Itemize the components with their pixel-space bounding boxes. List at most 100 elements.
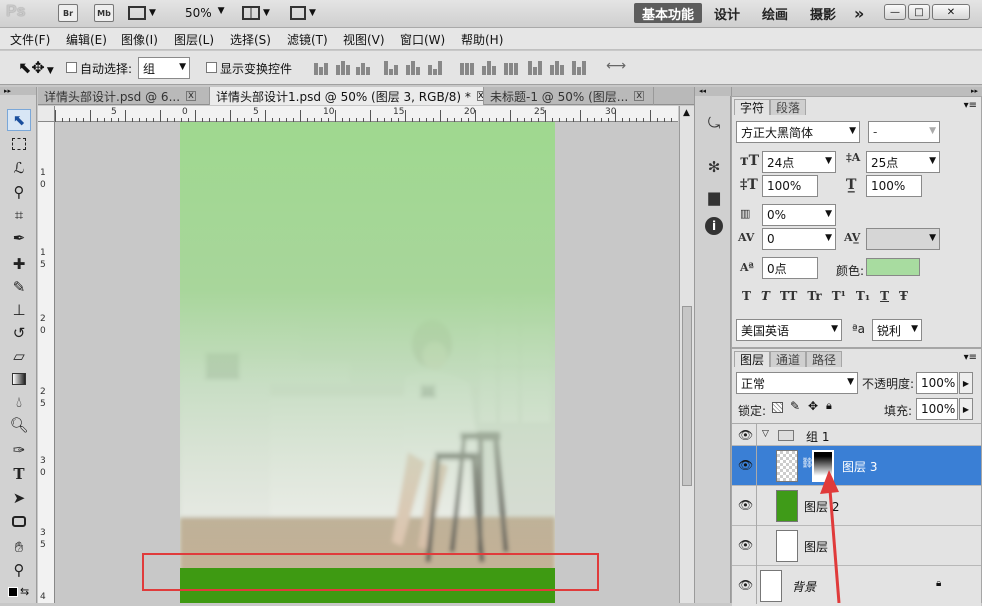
- workspace-design[interactable]: 设计: [706, 3, 748, 23]
- eraser-tool[interactable]: ▱: [7, 345, 31, 367]
- font-family-select[interactable]: 方正大黑简体 ▼: [736, 121, 860, 143]
- minimize-button[interactable]: —: [884, 4, 906, 20]
- expand-triangle-icon[interactable]: ▽: [762, 429, 769, 439]
- history-panel-icon[interactable]: ⤿: [704, 113, 724, 133]
- actions-panel-icon[interactable]: ✻: [704, 157, 724, 177]
- eye-icon[interactable]: 👁︎: [738, 498, 753, 512]
- history-brush-tool[interactable]: ↺: [7, 322, 31, 344]
- horizontal-scale-input[interactable]: 100%: [866, 175, 922, 197]
- align-hcenter-icon[interactable]: [406, 61, 424, 75]
- fill-input[interactable]: 100%: [916, 398, 958, 420]
- distribute-left-icon[interactable]: [528, 61, 546, 75]
- tab-channels[interactable]: 通道: [770, 351, 807, 367]
- lasso-tool[interactable]: ℒ: [7, 157, 31, 179]
- align-bottom-icon[interactable]: [356, 61, 374, 75]
- workspace-photography[interactable]: 摄影: [802, 3, 844, 23]
- swap-colors-icon[interactable]: ⇆: [20, 585, 29, 598]
- font-style-select[interactable]: - ▼: [868, 121, 940, 143]
- tools-collapse-icon[interactable]: ▸▸: [0, 87, 36, 95]
- zoom-tool[interactable]: ⚲: [7, 559, 31, 581]
- tab-document-3[interactable]: 未标题-1 @ 50% (图层... x: [484, 87, 654, 105]
- quick-select-tool[interactable]: ⚲: [7, 181, 31, 203]
- lock-transparent-icon[interactable]: [772, 402, 783, 413]
- eye-icon[interactable]: 👁︎: [738, 578, 753, 592]
- pen-tool[interactable]: ✑: [7, 439, 31, 461]
- eye-icon[interactable]: 👁︎: [738, 428, 753, 442]
- eye-icon[interactable]: 👁︎: [738, 458, 753, 472]
- baseline-shift-input[interactable]: 0点: [762, 257, 818, 279]
- dodge-tool[interactable]: 🔍︎: [7, 414, 31, 436]
- shape-tool[interactable]: [7, 510, 31, 532]
- move-tool[interactable]: ⬉: [7, 109, 31, 131]
- vertical-scrollbar[interactable]: ▲: [679, 106, 694, 603]
- menu-file[interactable]: 文件(F): [10, 31, 50, 48]
- distribute-bottom-icon[interactable]: [504, 61, 522, 75]
- tab-document-1[interactable]: 详情头部设计.psd @ 6... x: [38, 87, 210, 105]
- move-tool-preset-picker[interactable]: ⬉✥ ▼: [18, 58, 54, 77]
- workspace-painting[interactable]: 绘画: [754, 3, 796, 23]
- fill-slider-button[interactable]: ▶: [959, 398, 973, 420]
- foreground-color[interactable]: [8, 587, 18, 597]
- scroll-up-icon[interactable]: ▲: [683, 108, 690, 118]
- screen-mode-dropdown[interactable]: ▼: [290, 4, 322, 22]
- all-caps-button[interactable]: TT: [780, 289, 797, 303]
- faux-italic-button[interactable]: T: [761, 289, 770, 303]
- menu-edit[interactable]: 编辑(E): [66, 31, 107, 48]
- align-vcenter-icon[interactable]: [336, 61, 354, 75]
- brush-tool[interactable]: ✎: [7, 276, 31, 298]
- tracking-input[interactable]: ▼: [866, 228, 940, 250]
- layer-row[interactable]: 👁︎ 图层 2: [732, 486, 981, 526]
- color-swatches[interactable]: ⇆: [6, 583, 32, 603]
- tab-layers[interactable]: 图层: [734, 351, 771, 367]
- underline-button[interactable]: T: [880, 289, 889, 303]
- align-top-icon[interactable]: [314, 61, 332, 75]
- font-size-input[interactable]: 24点 ▼: [762, 151, 836, 173]
- gradient-tool[interactable]: [7, 368, 31, 390]
- subscript-button[interactable]: T₁: [856, 289, 870, 303]
- lock-position-icon[interactable]: ✥: [808, 399, 818, 413]
- menu-layer[interactable]: 图层(L): [174, 31, 214, 48]
- superscript-button[interactable]: T¹: [832, 289, 846, 303]
- tab-character[interactable]: 字符: [734, 99, 771, 115]
- panel-menu-icon[interactable]: ▾≡: [964, 352, 977, 363]
- arrange-documents-dropdown[interactable]: ▼: [242, 4, 274, 22]
- workspace-essentials[interactable]: 基本功能: [634, 3, 703, 23]
- menu-image[interactable]: 图像(I): [121, 31, 158, 48]
- view-extras-dropdown[interactable]: ▼: [128, 4, 160, 22]
- more-workspaces-button[interactable]: »: [846, 3, 872, 23]
- layer-row[interactable]: 👁︎ 图层: [732, 526, 981, 566]
- menu-select[interactable]: 选择(S): [230, 31, 271, 48]
- vertical-scale-input[interactable]: 100%: [762, 175, 818, 197]
- auto-align-layers-icon[interactable]: ⟷: [606, 58, 626, 74]
- info-panel-icon[interactable]: i: [705, 217, 723, 235]
- layer-group-row[interactable]: 👁︎ ▽ 组 1: [732, 424, 981, 446]
- tsume-input[interactable]: 0% ▼: [762, 204, 836, 226]
- minibridge-button[interactable]: Mb: [94, 4, 114, 22]
- text-color-swatch[interactable]: [866, 258, 920, 276]
- small-caps-button[interactable]: Tr: [807, 289, 821, 303]
- menu-help[interactable]: 帮助(H): [461, 31, 503, 48]
- marquee-tool[interactable]: [7, 133, 31, 155]
- hand-tool[interactable]: ✋︎: [7, 536, 31, 558]
- close-button[interactable]: ✕: [932, 4, 970, 20]
- layer-row[interactable]: 👁︎ ⛓ 图层 3: [732, 446, 981, 486]
- tab-paragraph[interactable]: 段落: [770, 99, 807, 115]
- blend-mode-select[interactable]: 正常 ▼: [736, 372, 858, 394]
- type-tool[interactable]: T: [7, 463, 31, 485]
- zoom-level-dropdown[interactable]: 50% ▼: [185, 6, 225, 20]
- strikethrough-button[interactable]: Ŧ: [899, 289, 908, 303]
- panel-collapse-icon[interactable]: ▸▸: [971, 87, 978, 95]
- crop-tool[interactable]: ⌗: [7, 204, 31, 226]
- dock-collapse-icon[interactable]: ◂◂: [695, 87, 731, 96]
- close-icon[interactable]: x: [634, 91, 645, 101]
- language-select[interactable]: 美国英语 ▼: [736, 319, 842, 341]
- vertical-ruler[interactable]: 1 0 1 5 2 0 2 5 3 0 3 5 4: [38, 122, 55, 603]
- distribute-right-icon[interactable]: [572, 61, 590, 75]
- ruler-origin[interactable]: [38, 106, 55, 122]
- canvas-area[interactable]: [56, 122, 678, 603]
- distribute-vcenter-icon[interactable]: [482, 61, 500, 75]
- tab-document-2[interactable]: 详情头部设计1.psd @ 50% (图层 3, RGB/8) * x: [210, 87, 484, 105]
- opacity-input[interactable]: 100%: [916, 372, 958, 394]
- faux-bold-button[interactable]: T: [742, 289, 751, 303]
- menu-filter[interactable]: 滤镜(T): [287, 31, 328, 48]
